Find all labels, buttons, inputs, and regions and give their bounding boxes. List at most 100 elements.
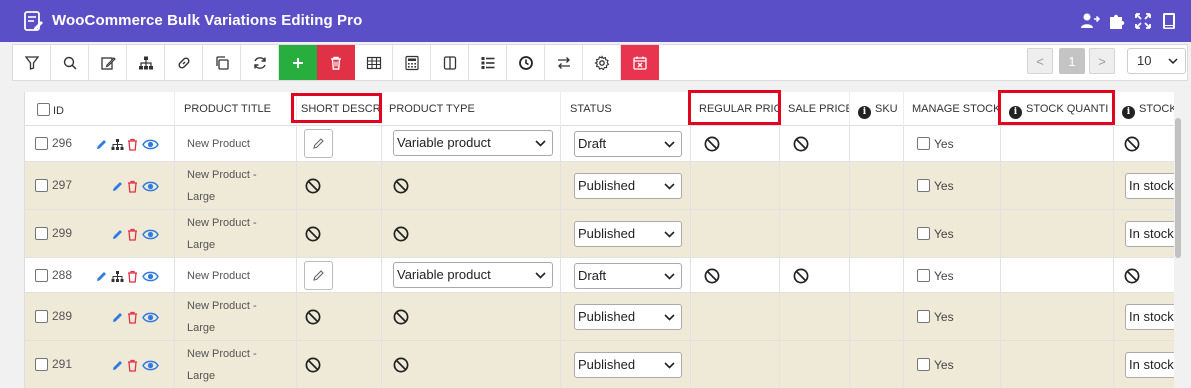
short-description-edit-button[interactable]	[304, 260, 333, 290]
row-checkbox[interactable]	[35, 179, 48, 192]
stock-status-select[interactable]: In stock	[1125, 173, 1174, 199]
add-icon	[292, 57, 303, 68]
table-cell	[850, 162, 904, 209]
delete-icon[interactable]	[126, 311, 139, 324]
columns-button[interactable]	[431, 45, 469, 80]
import-export-button[interactable]	[545, 45, 583, 80]
view-icon[interactable]	[142, 270, 159, 283]
edit-icon[interactable]	[95, 138, 108, 151]
col-header-status[interactable]: STATUS	[561, 92, 691, 126]
row-checkbox[interactable]	[35, 227, 48, 240]
select-all-checkbox[interactable]	[37, 103, 50, 116]
toolbar	[12, 44, 1188, 81]
status-select[interactable]: Draft	[574, 262, 682, 289]
scrollbar-thumb[interactable]	[1175, 118, 1181, 258]
row-checkbox[interactable]	[35, 358, 48, 371]
page-1-button[interactable]: 1	[1059, 48, 1085, 74]
table-cell	[780, 293, 850, 340]
delete-icon[interactable]	[126, 270, 139, 283]
variations-button[interactable]	[127, 45, 165, 80]
manage-stock-checkbox[interactable]	[917, 268, 930, 282]
user-switch-icon[interactable]	[1080, 11, 1100, 31]
table-cell	[1001, 162, 1114, 209]
stock-status-select[interactable]: In stock	[1125, 352, 1174, 378]
not-applicable-icon	[704, 136, 720, 152]
col-header-stock-status[interactable]: i STOCK	[1114, 92, 1174, 126]
chevron-down-icon	[664, 141, 675, 148]
delete-icon[interactable]	[126, 138, 139, 151]
table-cell	[780, 341, 850, 388]
stock-status-value: In stock	[1129, 309, 1174, 324]
status-select[interactable]: Published	[574, 304, 682, 330]
col-header-id[interactable]: ID	[25, 92, 175, 126]
stock-status-select[interactable]: In stock	[1125, 304, 1174, 330]
prev-page-button[interactable]: <	[1027, 48, 1053, 74]
col-header-sale-price[interactable]: SALE PRICE	[780, 92, 850, 126]
refresh-button[interactable]	[241, 45, 279, 80]
product-type-select[interactable]: Variable product	[393, 130, 553, 156]
duplicate-button[interactable]	[203, 45, 241, 80]
manage-stock-checkbox[interactable]	[917, 358, 930, 371]
fullscreen-icon[interactable]	[1133, 11, 1153, 31]
status-select[interactable]: Published	[574, 352, 682, 378]
not-applicable-icon	[793, 136, 809, 152]
view-icon[interactable]	[142, 228, 159, 241]
delete-icon[interactable]	[126, 180, 139, 193]
col-header-sku[interactable]: i SKU	[850, 92, 904, 126]
row-checkbox[interactable]	[35, 137, 48, 150]
manage-stock-checkbox[interactable]	[917, 310, 930, 323]
puzzle-icon[interactable]	[1107, 11, 1127, 31]
product-title-line1: New Product -	[187, 217, 257, 229]
app-title: WooCommerce Bulk Variations Editing Pro	[52, 12, 363, 29]
status-select[interactable]: Draft	[574, 131, 682, 157]
status-select[interactable]: Published	[574, 173, 682, 199]
edit-icon[interactable]	[111, 359, 124, 372]
delete-button[interactable]	[317, 45, 355, 80]
col-header-product-type[interactable]: PRODUCT TYPE	[382, 92, 561, 126]
book-icon[interactable]	[1159, 11, 1179, 31]
bulk-edit-button[interactable]	[89, 45, 127, 80]
calculator-button[interactable]	[393, 45, 431, 80]
manage-stock-label: Yes	[934, 268, 954, 283]
history-button[interactable]	[507, 45, 545, 80]
not-applicable-icon	[393, 357, 409, 373]
short-description-edit-button[interactable]	[304, 129, 333, 158]
next-page-button[interactable]: >	[1089, 48, 1115, 74]
manage-stock-checkbox[interactable]	[917, 227, 930, 240]
col-header-manage-stock[interactable]: MANAGE STOCK	[904, 92, 1001, 126]
variations-icon[interactable]	[111, 138, 124, 151]
status-select[interactable]: Published	[574, 221, 682, 247]
table-button[interactable]	[355, 45, 393, 80]
per-page-select[interactable]: 10	[1127, 48, 1186, 74]
delete-icon[interactable]	[126, 359, 139, 372]
clear-filter-button[interactable]	[621, 45, 659, 80]
settings-button[interactable]	[583, 45, 621, 80]
row-checkbox[interactable]	[35, 268, 48, 282]
view-icon[interactable]	[142, 359, 159, 372]
variations-icon[interactable]	[111, 270, 124, 283]
product-type-select[interactable]: Variable product	[393, 261, 553, 288]
list-button[interactable]	[469, 45, 507, 80]
search-icon	[63, 56, 77, 70]
row-id: 288	[52, 267, 73, 282]
col-header-product-title[interactable]: PRODUCT TITLE	[175, 92, 297, 126]
add-button[interactable]	[279, 45, 317, 80]
filter-button[interactable]	[13, 45, 51, 80]
edit-icon[interactable]	[111, 228, 124, 241]
row-checkbox[interactable]	[35, 310, 48, 323]
link-button[interactable]	[165, 45, 203, 80]
view-icon[interactable]	[142, 180, 159, 193]
view-icon[interactable]	[142, 138, 159, 151]
manage-stock-checkbox[interactable]	[917, 137, 930, 150]
app-logo-icon	[24, 11, 43, 31]
search-button[interactable]	[51, 45, 89, 80]
manage-stock-checkbox[interactable]	[917, 179, 930, 192]
delete-icon[interactable]	[126, 228, 139, 241]
stock-status-select[interactable]: In stock	[1125, 221, 1174, 247]
edit-icon[interactable]	[111, 311, 124, 324]
edit-icon[interactable]	[95, 270, 108, 283]
view-icon[interactable]	[142, 311, 159, 324]
product-title: New Product - Large	[187, 343, 292, 387]
edit-icon[interactable]	[111, 180, 124, 193]
table-cell	[780, 258, 850, 292]
